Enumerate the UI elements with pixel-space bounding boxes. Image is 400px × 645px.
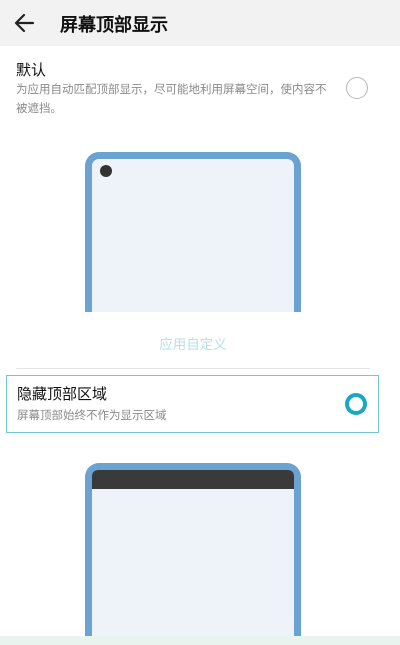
- bottom-strip: [0, 636, 400, 645]
- hidden-top-illustration: [85, 463, 301, 637]
- app-header: 屏幕顶部显示: [0, 0, 400, 46]
- option-default-radio[interactable]: [346, 77, 368, 99]
- option-hide-top-radio[interactable]: [345, 393, 367, 415]
- arrow-left-icon: [14, 13, 35, 33]
- option-hide-top-description: 屏幕顶部始终不作为显示区域: [17, 408, 167, 422]
- section-divider: [16, 368, 370, 369]
- default-mode-illustration: [85, 152, 301, 312]
- option-default-title: 默认: [16, 61, 47, 79]
- page-title: 屏幕顶部显示: [60, 15, 168, 36]
- back-button[interactable]: [12, 9, 42, 37]
- app-custom-link[interactable]: 应用自定义: [0, 333, 386, 353]
- option-hide-top-title: 隐藏顶部区域: [17, 385, 108, 403]
- front-camera-dot: [100, 165, 112, 177]
- hidden-top-bar: [92, 470, 294, 489]
- option-default-description: 为应用自动匹配顶部显示，尽可能地利用屏幕空间，使内容不被遮挡。: [16, 82, 327, 115]
- option-hide-top[interactable]: 隐藏顶部区域 屏幕顶部始终不作为显示区域: [6, 375, 379, 433]
